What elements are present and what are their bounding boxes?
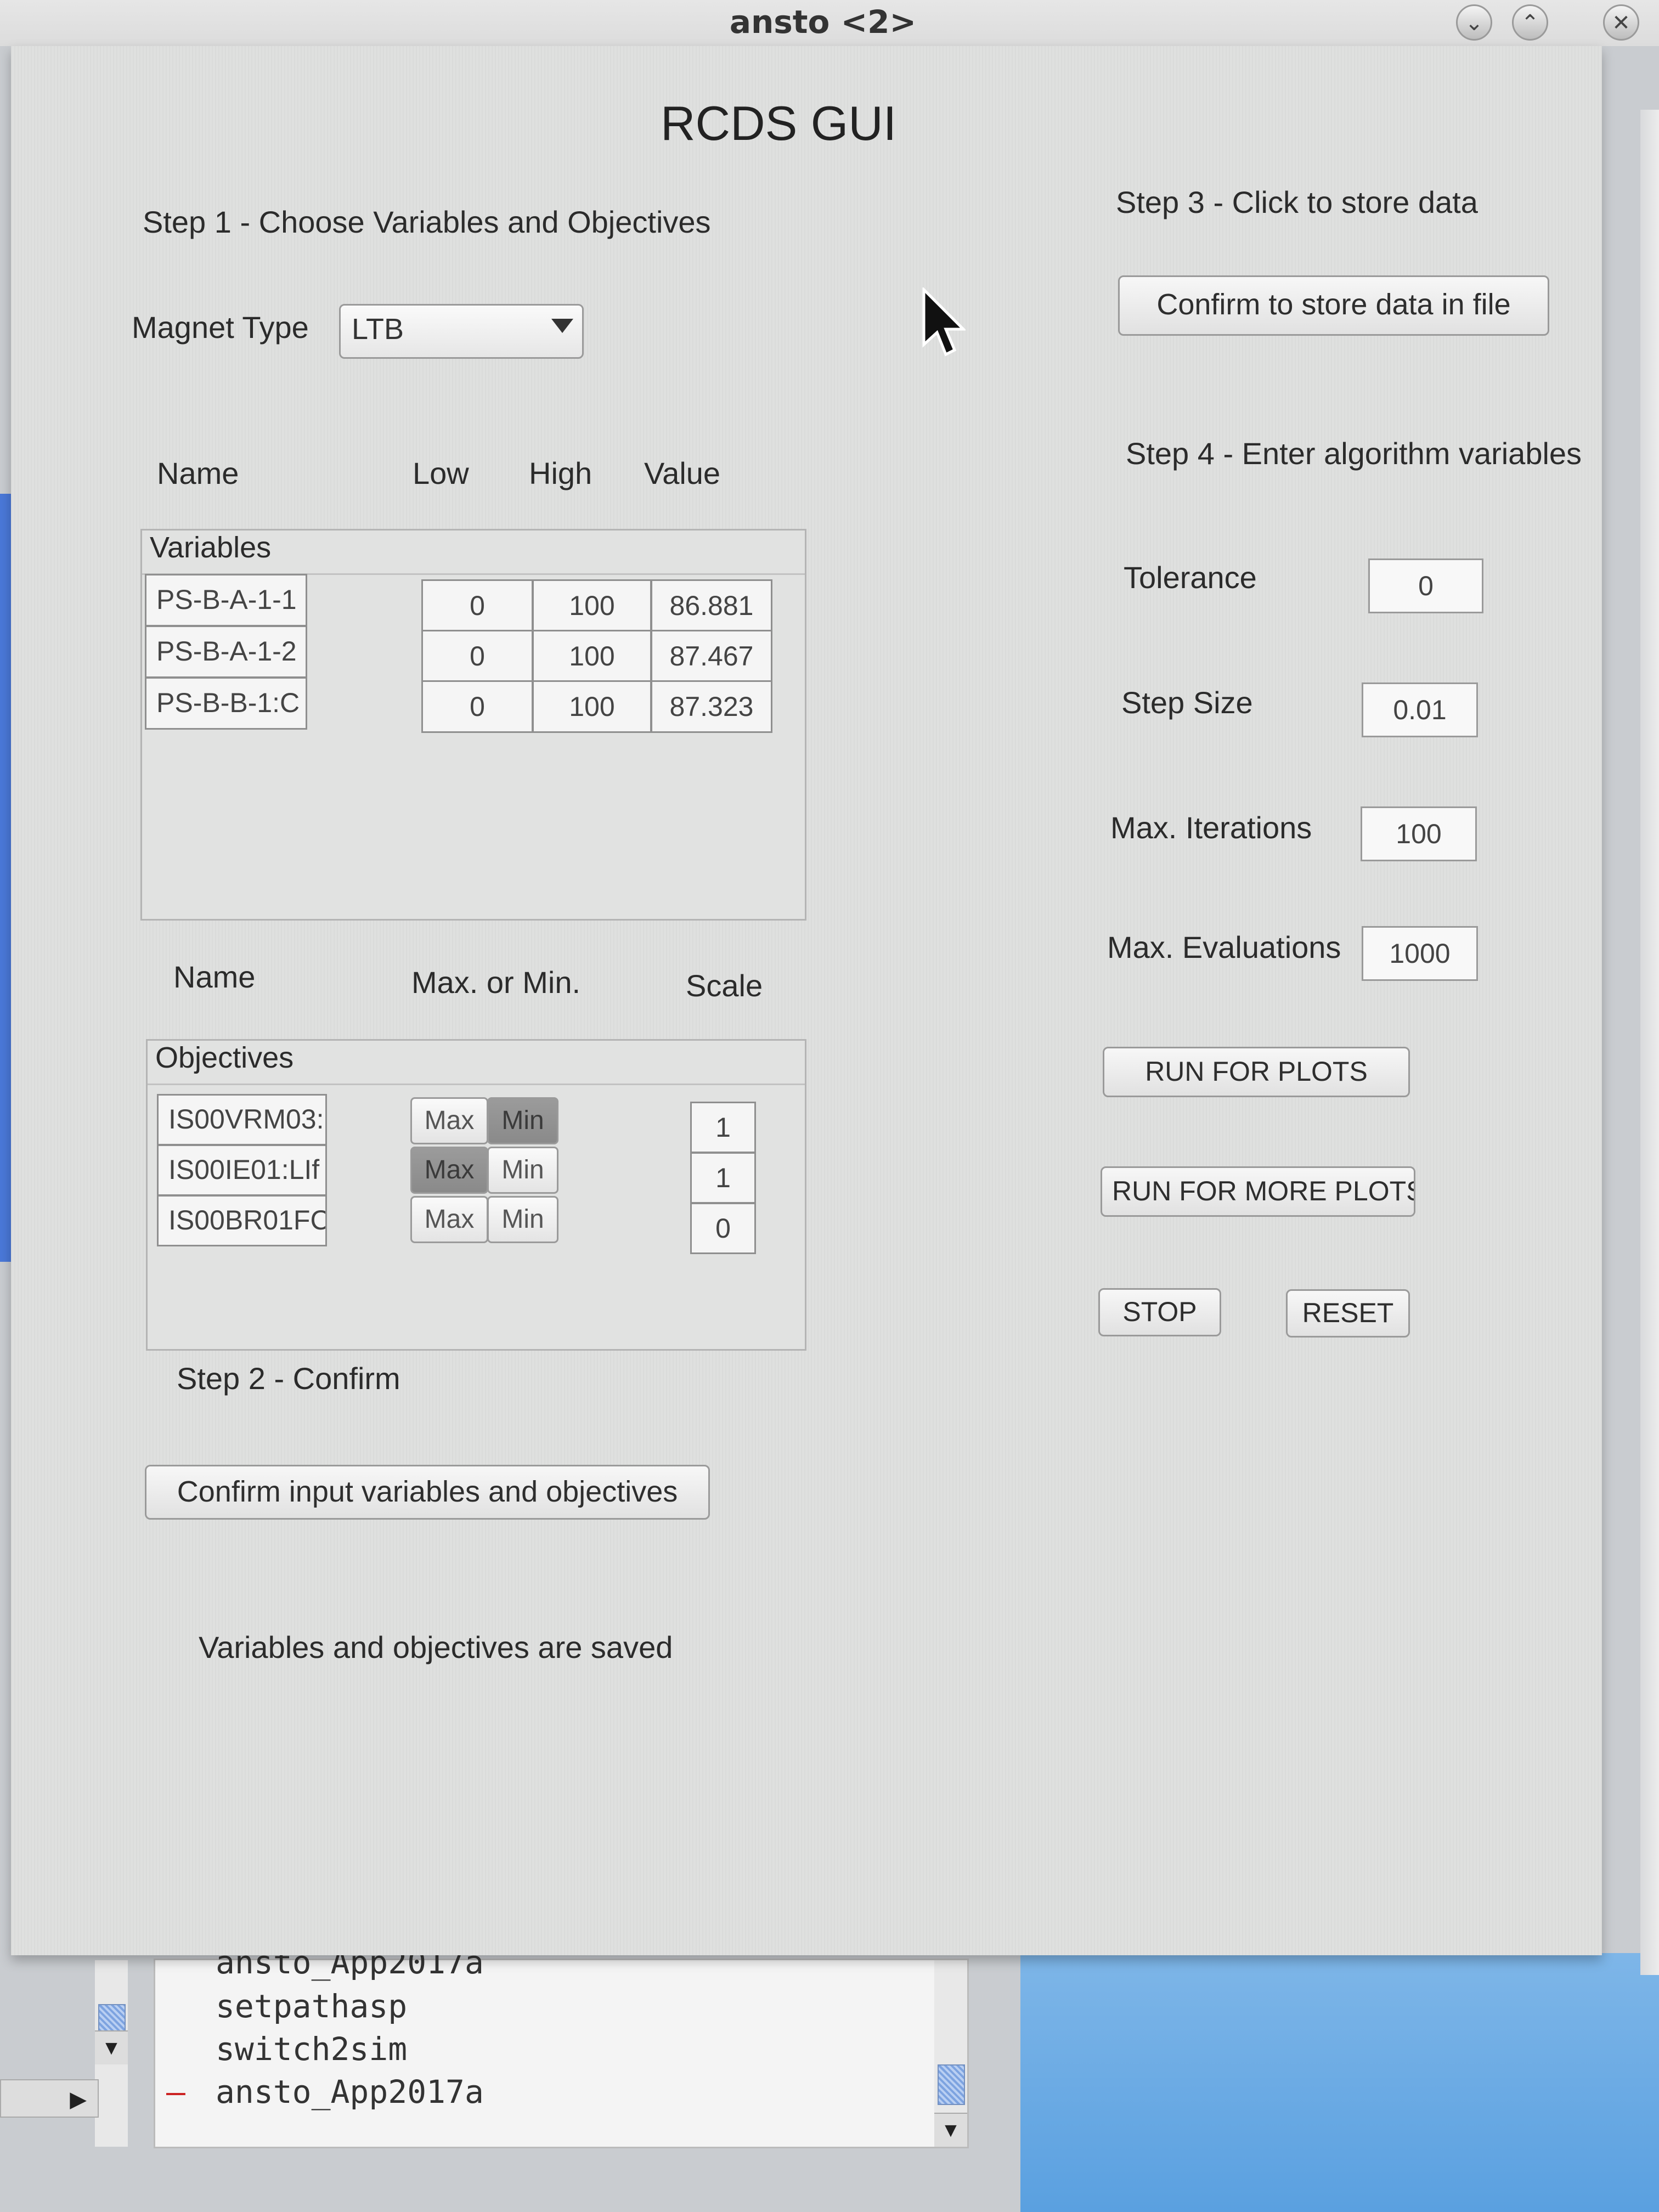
run-for-more-plots-button[interactable]: RUN FOR MORE PLOTS: [1101, 1166, 1415, 1217]
variable-name-cell[interactable]: PS-B-A-1-1: [145, 574, 307, 627]
variable-low-cell[interactable]: 0: [421, 579, 533, 632]
objective-name-cell[interactable]: IS00VRM03:: [157, 1094, 327, 1146]
terminal-line: setpathasp: [216, 1988, 408, 2025]
variables-panel-title: Variables: [150, 531, 272, 564]
terminal-line: – ansto_App2017a: [166, 2073, 484, 2111]
objectives-header-name: Name: [173, 960, 256, 994]
scrollbar-thumb[interactable]: [938, 2064, 965, 2105]
objective-min-toggle[interactable]: Min: [487, 1147, 558, 1194]
reset-button[interactable]: RESET: [1286, 1289, 1410, 1338]
scroll-down-arrow-icon[interactable]: ▼: [934, 2113, 967, 2147]
objective-scale-cell[interactable]: 1: [690, 1102, 756, 1153]
variable-high-cell[interactable]: 100: [532, 579, 652, 632]
background-window-edge: [1640, 110, 1659, 1975]
store-data-button[interactable]: Confirm to store data in file: [1118, 275, 1549, 336]
chevron-up-icon[interactable]: ⌃: [1512, 4, 1548, 41]
variable-high-cell[interactable]: 100: [532, 630, 652, 682]
page-title: RCDS GUI: [661, 96, 897, 150]
objective-min-toggle[interactable]: Min: [487, 1097, 558, 1144]
run-for-plots-button[interactable]: RUN FOR PLOTS: [1103, 1047, 1410, 1097]
save-status-text: Variables and objectives are saved: [199, 1630, 673, 1664]
variable-value-cell[interactable]: 87.467: [651, 630, 772, 682]
step3-label: Step 3 - Click to store data: [1116, 185, 1478, 219]
objective-name-cell[interactable]: IS00BR01FC: [157, 1195, 327, 1246]
variable-high-cell[interactable]: 100: [532, 680, 652, 733]
collapse-dash-icon: –: [166, 2073, 185, 2111]
chevron-down-icon[interactable]: ⌄: [1456, 4, 1492, 41]
panel-divider: [148, 1084, 805, 1085]
step4-label: Step 4 - Enter algorithm variables: [1126, 436, 1582, 471]
terminal-line: switch2sim: [216, 2030, 408, 2068]
variable-name-cell[interactable]: PS-B-A-1-2: [145, 625, 307, 678]
step-size-label: Step Size: [1121, 685, 1253, 720]
window-titlebar[interactable]: ansto <2> ⌄ ⌃ ✕: [0, 0, 1659, 46]
desktop-background: [1020, 1953, 1659, 2212]
scroll-down-arrow-icon[interactable]: ▼: [95, 2030, 128, 2064]
variable-low-cell[interactable]: 0: [421, 680, 533, 733]
variable-value-cell[interactable]: 86.881: [651, 579, 772, 632]
objectives-panel-title: Objectives: [155, 1041, 294, 1074]
step2-label: Step 2 - Confirm: [177, 1361, 400, 1396]
objectives-header-scale: Scale: [686, 968, 763, 1003]
step1-label: Step 1 - Choose Variables and Objectives: [143, 205, 711, 239]
magnet-type-value: LTB: [352, 313, 404, 346]
variables-header-name: Name: [157, 456, 239, 490]
close-icon[interactable]: ✕: [1603, 4, 1639, 41]
tolerance-label: Tolerance: [1124, 560, 1257, 595]
max-iterations-label: Max. Iterations: [1110, 810, 1312, 845]
max-evaluations-label: Max. Evaluations: [1107, 930, 1341, 964]
objectives-header-maxmin: Max. or Min.: [411, 965, 581, 1000]
objective-max-toggle[interactable]: Max: [410, 1097, 488, 1144]
magnet-type-label: Magnet Type: [132, 310, 309, 345]
confirm-variables-button[interactable]: Confirm input variables and objectives: [145, 1465, 710, 1520]
variables-header-low: Low: [413, 456, 469, 490]
window-title: ansto <2>: [729, 3, 917, 41]
terminal-right-scrollbar[interactable]: ▼: [934, 1960, 967, 2147]
mouse-pointer-icon: [922, 287, 966, 357]
objective-max-toggle[interactable]: Max: [410, 1196, 488, 1243]
variables-header-value: Value: [644, 456, 721, 490]
rcds-dialog: RCDS GUI Step 1 - Choose Variables and O…: [11, 46, 1602, 1955]
variable-value-cell[interactable]: 87.323: [651, 680, 772, 733]
variable-low-cell[interactable]: 0: [421, 630, 533, 682]
scroll-right-arrow-icon[interactable]: ▶: [0, 2079, 99, 2118]
max-iterations-input[interactable]: 100: [1361, 806, 1477, 861]
variables-header-high: High: [529, 456, 592, 490]
dropdown-caret-icon: [551, 319, 573, 333]
step-size-input[interactable]: 0.01: [1362, 682, 1478, 737]
objective-min-toggle[interactable]: Min: [487, 1196, 558, 1243]
terminal-history: ansto_App2017a setpathasp switch2sim – an…: [95, 1944, 969, 2148]
magnet-type-dropdown[interactable]: LTB: [339, 304, 584, 359]
objective-scale-cell[interactable]: 1: [690, 1152, 756, 1204]
objective-scale-cell[interactable]: 0: [690, 1203, 756, 1254]
tolerance-input[interactable]: 0: [1368, 558, 1483, 613]
objective-max-toggle[interactable]: Max: [410, 1147, 488, 1194]
terminal-left-scrollbar[interactable]: ▼: [95, 1960, 128, 2147]
stop-button[interactable]: STOP: [1098, 1288, 1221, 1336]
max-evaluations-input[interactable]: 1000: [1362, 926, 1478, 981]
objective-name-cell[interactable]: IS00IE01:LIf: [157, 1144, 327, 1196]
variable-name-cell[interactable]: PS-B-B-1:C: [145, 677, 307, 730]
